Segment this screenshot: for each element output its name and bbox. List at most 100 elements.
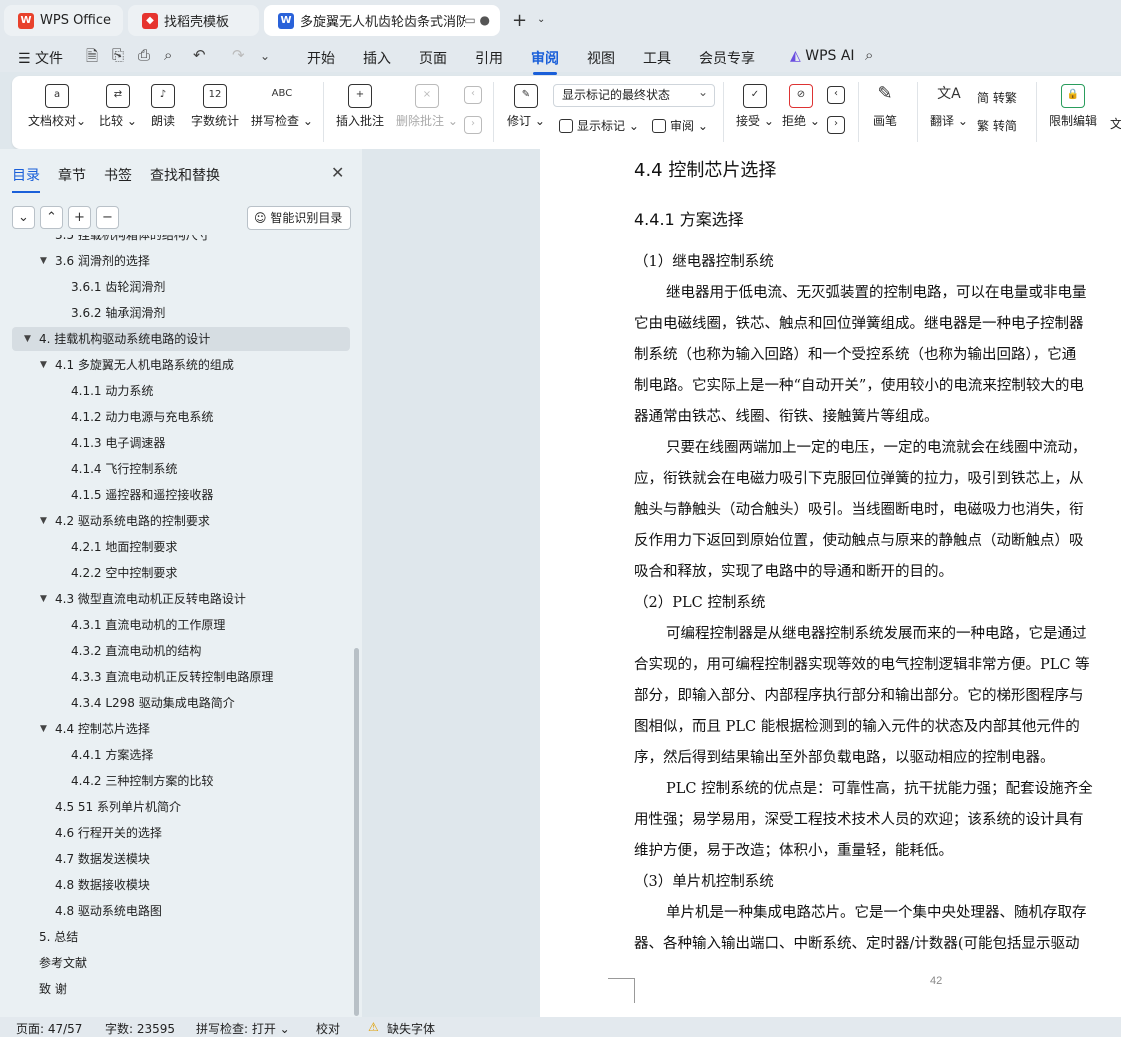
- toc-item[interactable]: 4.1.3 电子调速器: [12, 431, 350, 455]
- new-tab-icon[interactable]: +: [512, 10, 527, 31]
- toc-item[interactable]: 4.8 驱动系统电路图: [12, 899, 350, 923]
- toc-item[interactable]: 3.6.1 齿轮润滑剂: [12, 275, 350, 299]
- toc-item[interactable]: ▼ 4. 挂载机构驱动系统电路的设计: [12, 327, 350, 351]
- quick-access-dropdown-icon[interactable]: ⌄: [260, 49, 270, 63]
- toc-item[interactable]: 参考文献: [12, 951, 350, 975]
- toc-item[interactable]: 4.2.1 地面控制要求: [12, 535, 350, 559]
- caret-down-icon[interactable]: ▼: [40, 249, 47, 273]
- document-page[interactable]: 4.4 控制芯片选择 4.4.1 方案选择 （1）继电器控制系统 继电器用于低电流…: [540, 149, 1121, 1017]
- undo-icon[interactable]: ↶: [193, 46, 206, 64]
- reject-button[interactable]: ⊘ 拒绝 ⌄: [782, 84, 820, 129]
- menu-start[interactable]: 开始: [307, 48, 335, 68]
- read-aloud-button[interactable]: ♪ 朗读: [151, 84, 175, 129]
- chevron-down-icon[interactable]: ⌄: [537, 14, 545, 25]
- markup-display-select[interactable]: 显示标记的最终状态: [553, 82, 715, 107]
- delete-comment-button[interactable]: × 删除批注 ⌄: [396, 84, 458, 129]
- smart-toc-button[interactable]: ☺ 智能识别目录: [247, 206, 351, 230]
- tab-docer-templates[interactable]: ◆ 找稻壳模板: [128, 5, 259, 36]
- toc-item[interactable]: 4.3.3 直流电动机正反转控制电路原理: [12, 665, 350, 689]
- toc-item[interactable]: 4.6 行程开关的选择: [12, 821, 350, 845]
- menu-tools[interactable]: 工具: [643, 48, 671, 68]
- remove-heading-button[interactable]: −: [96, 206, 119, 229]
- print-icon[interactable]: ⎙: [138, 46, 150, 64]
- tab-toc[interactable]: 目录: [12, 165, 40, 193]
- tab-document[interactable]: W 多旋翼无人机齿轮齿条式消防灭火 ▭ ●: [264, 5, 500, 36]
- compare-button[interactable]: ⇄ 比较 ⌄: [99, 84, 137, 129]
- toc-item[interactable]: 3.5 挂载机构箱体的结构尺寸: [12, 235, 350, 247]
- spell-check-button[interactable]: ABC 拼写检查 ⌄: [251, 84, 313, 129]
- expand-button[interactable]: ⌃: [40, 206, 63, 229]
- add-heading-button[interactable]: +: [68, 206, 91, 229]
- search-icon[interactable]: ⌕: [865, 46, 873, 64]
- toc-item[interactable]: 4.8 数据接收模块: [12, 873, 350, 897]
- menu-page[interactable]: 页面: [419, 48, 447, 68]
- track-changes-button[interactable]: ✎ 修订 ⌄: [507, 84, 545, 129]
- toc-item[interactable]: 4.2.2 空中控制要求: [12, 561, 350, 585]
- menu-review[interactable]: 审阅: [531, 48, 559, 75]
- caret-down-icon[interactable]: ▼: [40, 353, 47, 377]
- toc-item[interactable]: 4.1.1 动力系统: [12, 379, 350, 403]
- spell-check-status[interactable]: 拼写检查: 打开 ⌄: [196, 1020, 290, 1037]
- toc-item[interactable]: 4.5 51 系列单片机简介: [12, 795, 350, 819]
- review-pane-button[interactable]: 审阅 ⌄: [652, 117, 708, 134]
- restrict-editing-button[interactable]: 🔒 限制编辑: [1049, 84, 1097, 129]
- missing-font-status[interactable]: 缺失字体: [387, 1020, 435, 1037]
- simplified-to-traditional-button[interactable]: 简 转繁: [977, 89, 1017, 106]
- proofread-status[interactable]: 校对: [316, 1020, 340, 1037]
- toc-item[interactable]: 5. 总结: [12, 925, 350, 949]
- next-comment-button[interactable]: ›: [464, 116, 482, 138]
- tab-status-icons[interactable]: ▭ ●: [464, 13, 490, 27]
- toc-item[interactable]: 致 谢: [12, 977, 350, 1001]
- caret-down-icon[interactable]: ▼: [40, 717, 47, 741]
- collapse-button[interactable]: ⌄: [12, 206, 35, 229]
- toc-item[interactable]: 4.1.5 遥控器和遥控接收器: [12, 483, 350, 507]
- insert-comment-button[interactable]: + 插入批注: [336, 84, 384, 129]
- caret-down-icon[interactable]: ▼: [40, 587, 47, 611]
- caret-down-icon[interactable]: ▼: [24, 327, 31, 351]
- menu-member[interactable]: 会员专享: [699, 48, 755, 68]
- menu-insert[interactable]: 插入: [363, 48, 391, 68]
- tab-sections[interactable]: 章节: [58, 165, 86, 185]
- toc-item[interactable]: ▼ 4.3 微型直流电动机正反转电路设计: [12, 587, 350, 611]
- tab-find-replace[interactable]: 查找和替换: [150, 165, 220, 185]
- file-menu[interactable]: ☰ 文件: [18, 48, 63, 68]
- toc-item[interactable]: 4.3.2 直流电动机的结构: [12, 639, 350, 663]
- export-icon[interactable]: ⎘: [112, 46, 124, 64]
- toc-item[interactable]: 4.3.1 直流电动机的工作原理: [12, 613, 350, 637]
- toc-item[interactable]: ▼ 3.6 润滑剂的选择: [12, 249, 350, 273]
- toc-item[interactable]: ▼ 4.2 驱动系统电路的控制要求: [12, 509, 350, 533]
- wps-ai-button[interactable]: ◭ WPS AI: [790, 48, 855, 64]
- toc-item[interactable]: 4.3.4 L298 驱动集成电路简介: [12, 691, 350, 715]
- tab-bookmarks[interactable]: 书签: [104, 165, 132, 185]
- word-count-status[interactable]: 字数: 23595: [105, 1020, 175, 1037]
- toc-scrollbar[interactable]: [354, 648, 359, 1016]
- toc-item[interactable]: 3.6.2 轴承润滑剂: [12, 301, 350, 325]
- toc-item[interactable]: ▼ 4.1 多旋翼无人机电路系统的组成: [12, 353, 350, 377]
- toc-item[interactable]: 4.7 数据发送模块: [12, 847, 350, 871]
- translate-button[interactable]: 文A 翻译 ⌄: [930, 84, 968, 129]
- pen-button[interactable]: ✎ 画笔: [873, 84, 897, 129]
- previous-comment-button[interactable]: ‹: [464, 86, 482, 108]
- tab-wps-office[interactable]: W WPS Office: [4, 5, 123, 36]
- toc-item[interactable]: 4.4.2 三种控制方案的比较: [12, 769, 350, 793]
- traditional-to-simplified-button[interactable]: 繁 转简: [977, 117, 1017, 134]
- toc-item[interactable]: 4.1.4 飞行控制系统: [12, 457, 350, 481]
- show-markup-button[interactable]: 显示标记 ⌄: [559, 117, 639, 134]
- close-icon[interactable]: ✕: [331, 163, 344, 182]
- document-button-partial[interactable]: 文: [1110, 115, 1121, 132]
- page-count[interactable]: 页面: 47/57: [16, 1020, 82, 1037]
- next-change-button[interactable]: ›: [827, 116, 845, 138]
- accept-button[interactable]: ✓ 接受 ⌄: [736, 84, 774, 129]
- print-preview-icon[interactable]: ⌕: [164, 46, 172, 64]
- save-icon[interactable]: 🗎: [86, 46, 98, 71]
- previous-change-button[interactable]: ‹: [827, 86, 845, 108]
- proofread-button[interactable]: a 文档校对⌄: [28, 84, 86, 129]
- menu-reference[interactable]: 引用: [475, 48, 503, 68]
- toc-item[interactable]: 4.1.2 动力电源与充电系统: [12, 405, 350, 429]
- caret-down-icon[interactable]: ▼: [40, 509, 47, 533]
- toc-item[interactable]: ▼ 4.4 控制芯片选择: [12, 717, 350, 741]
- word-count-button[interactable]: 12 字数统计: [191, 84, 239, 129]
- toc-item[interactable]: 4.4.1 方案选择: [12, 743, 350, 767]
- redo-icon[interactable]: ↷: [232, 46, 245, 64]
- menu-view[interactable]: 视图: [587, 48, 615, 68]
